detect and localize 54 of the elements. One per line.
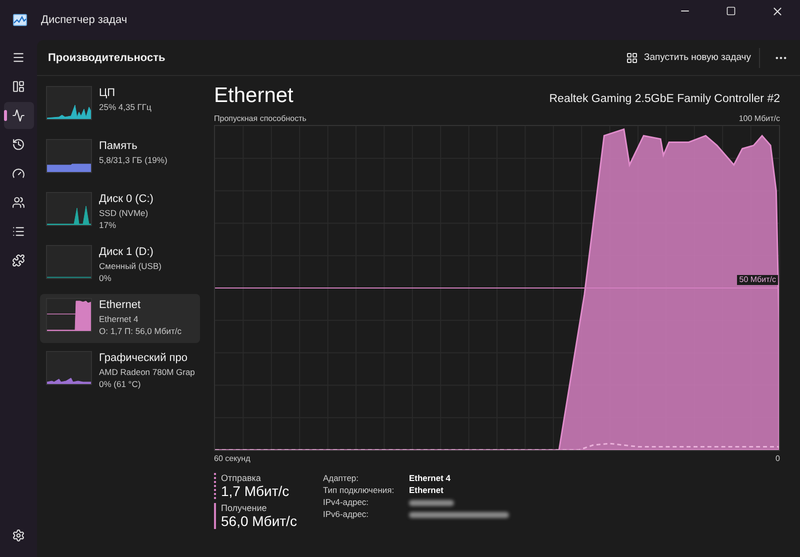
graph-max-label: 100 Мбит/с [738, 114, 780, 123]
property-label: Тип подключения: [322, 485, 396, 495]
stat-label: Получение [221, 503, 268, 513]
graph-title: Пропускная способность [214, 114, 306, 123]
device-name: Realtek Gaming 2.5GbE Family Controller #2 [549, 93, 780, 105]
property-label: IPv6-адрес: [322, 509, 370, 519]
resource-item[interactable]: ЦП 25% 4,35 ГГц [40, 82, 200, 131]
resource-name: Графический про [99, 351, 188, 365]
run-task-button[interactable]: Запустить новую задачу [618, 48, 760, 68]
property-value: Ethernet [408, 485, 444, 495]
blurred-value [408, 500, 454, 506]
stat-value: 1,7 Мбит/с [221, 483, 290, 499]
resource-item[interactable]: Ethernet Ethernet 4 О: 1,7 П: 56,0 Мбит/с [40, 294, 200, 343]
resource-item[interactable]: Графический про AMD Radeon 780M Grap 0% (61 °C) [40, 347, 200, 396]
resource-detail: AMD Radeon 780M Grap [99, 366, 194, 378]
page-title: Производительность [48, 52, 166, 64]
time-axis-label: 60 секунд [214, 454, 250, 463]
usage-graph [46, 86, 92, 120]
grid-plus-icon [626, 52, 638, 64]
usage-graph [46, 298, 92, 332]
close-icon [770, 4, 784, 18]
resource-name: Диск 0 (C:) [99, 192, 154, 206]
resource-name: Диск 1 (D:) [99, 245, 154, 259]
window-title: Диспетчер задач [41, 14, 128, 26]
resource-detail: SSD (NVMe) [99, 207, 150, 219]
property-value: Ethernet 4 [408, 473, 452, 483]
usage-graph [46, 192, 92, 226]
graph-mid-label: 50 Мбит/с [737, 275, 778, 285]
resource-name: ЦП [99, 86, 116, 100]
usage-graph [46, 139, 92, 173]
resource-name: Ethernet [99, 298, 142, 312]
resource-detail: 25% 4,35 ГГц [99, 101, 152, 113]
property-label: IPv4-адрес: [322, 497, 370, 507]
resource-detail: 17% [99, 219, 118, 231]
resource-detail: 0% (61 °C) [99, 378, 142, 390]
stat-label: Отправка [221, 473, 262, 483]
app-icon [13, 14, 27, 26]
stat-value: 56,0 Мбит/с [221, 513, 297, 529]
resource-detail: 5,8/31,3 ГБ (19%) [99, 154, 168, 166]
resource-detail: 0% [99, 272, 112, 284]
pulse-icon[interactable] [4, 102, 34, 129]
time-axis-label: 0 [776, 454, 780, 463]
maximize-icon [726, 6, 736, 16]
property-label: Адаптер: [322, 473, 360, 483]
resource-item[interactable]: Память 5,8/31,3 ГБ (19%) [40, 135, 200, 184]
usage-graph [46, 351, 92, 385]
usage-graph [46, 245, 92, 279]
resource-detail: Ethernet 4 [99, 313, 140, 325]
resource-name: Память [99, 139, 138, 153]
resource-detail: Сменный (USB) [99, 260, 162, 272]
resource-item[interactable]: Диск 0 (C:) SSD (NVMe) 17% [40, 188, 200, 237]
detail-title: Ethernet [214, 84, 294, 108]
resource-item[interactable]: Диск 1 (D:) Сменный (USB) 0% [40, 241, 200, 290]
resource-detail: О: 1,7 П: 56,0 Мбит/с [99, 325, 182, 337]
